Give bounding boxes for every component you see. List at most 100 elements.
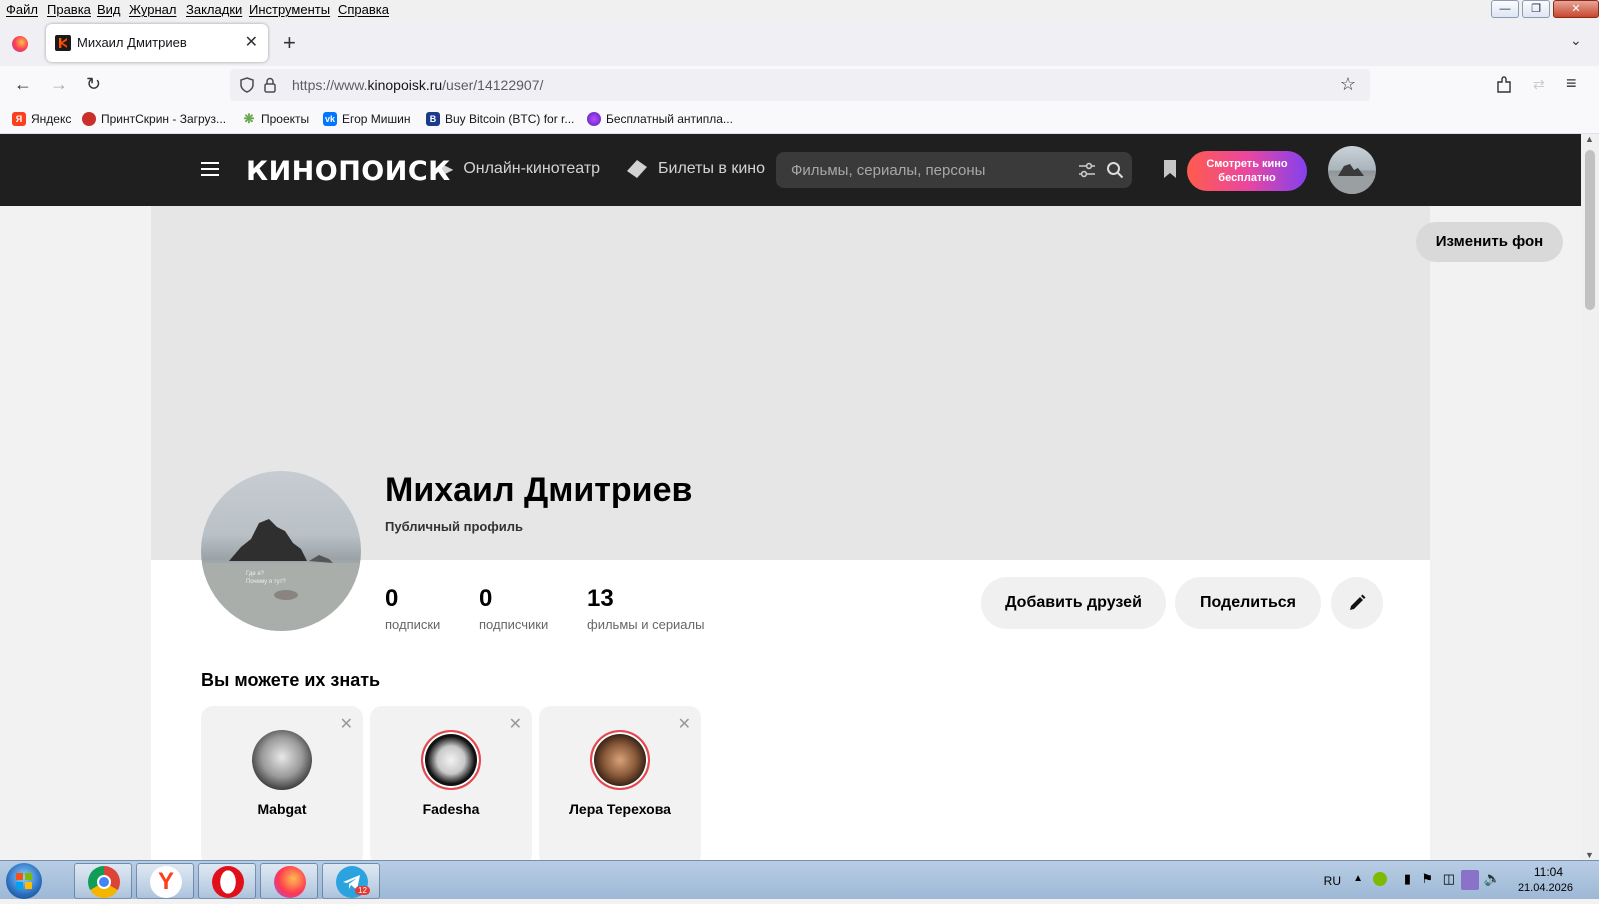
language-indicator[interactable]: RU — [1324, 874, 1341, 888]
reload-icon[interactable]: ↻ — [86, 74, 101, 95]
close-window-button[interactable]: ✕ — [1553, 0, 1599, 18]
tracking-shield-icon[interactable] — [240, 77, 254, 93]
nav-online-cinema[interactable]: ▶ Онлайн-кинотеатр — [441, 159, 600, 179]
dismiss-icon[interactable]: ✕ — [509, 714, 522, 734]
menu-tools[interactable]: Инструменты — [249, 2, 330, 17]
new-tab-icon[interactable]: + — [283, 30, 296, 56]
taskbar-chrome[interactable] — [74, 863, 132, 899]
yandex-icon: Я — [12, 112, 26, 126]
dismiss-icon[interactable]: ✕ — [340, 714, 353, 734]
bookmarks-toolbar: Я Яндекс ПринтСкрин - Загруз... ❋ Проекты … — [0, 106, 1599, 134]
suggestion-card[interactable]: ✕ Mabgat — [201, 706, 363, 860]
tab-title: Михаил Дмитриев — [77, 35, 187, 50]
page-scrollbar[interactable]: ▲ ▼ — [1581, 134, 1599, 860]
avatar-photo — [1328, 164, 1376, 194]
taskbar-opera[interactable] — [198, 863, 256, 899]
address-bar[interactable]: https://www.kinopoisk.ru/user/14122907/ … — [230, 69, 1370, 101]
bookmark-antiplagiat[interactable]: Бесплатный антипла... — [587, 112, 733, 126]
firefox-icon[interactable] — [12, 36, 28, 52]
stat-value: 0 — [385, 585, 399, 612]
tab-active[interactable]: Михаил Дмитриев ✕ — [46, 24, 268, 62]
restore-button[interactable]: ❐ — [1522, 0, 1550, 18]
ticket-icon — [627, 160, 647, 178]
svg-text:Почему я тут?: Почему я тут? — [246, 579, 286, 585]
sync-icon[interactable]: ⇄ — [1533, 76, 1545, 93]
stat-value: 13 — [587, 585, 614, 612]
suggestion-card[interactable]: ✕ Лера Терехова — [539, 706, 701, 860]
window-controls: — ❐ ✕ — [1488, 0, 1599, 20]
back-arrow-icon[interactable]: ← — [14, 74, 32, 95]
action-center-flag-icon[interactable]: ⚑ — [1421, 871, 1433, 887]
header-user-avatar[interactable] — [1328, 146, 1376, 194]
bookmark-printscreen[interactable]: ПринтСкрин - Загруз... — [82, 112, 226, 126]
lock-icon[interactable] — [264, 77, 276, 93]
list-tabs-chevron-icon[interactable]: ⌄ — [1570, 32, 1582, 49]
bookmark-yandex[interactable]: Я Яндекс — [12, 112, 71, 126]
edit-profile-button[interactable] — [1331, 577, 1383, 629]
clock-time[interactable]: 11:04 — [1534, 865, 1563, 879]
bookmark-star-icon[interactable]: ☆ — [1340, 74, 1356, 95]
share-button[interactable]: Поделиться — [1175, 577, 1321, 629]
power-icon[interactable]: ◫ — [1443, 871, 1455, 887]
tray-expand-icon[interactable]: ▲ — [1353, 873, 1363, 884]
taskbar: Y 12 RU ▲ ▮ ⚑ ◫ 🔈 11:04 21.04.2026 — [0, 860, 1599, 899]
suggestion-name: Лера Терехова — [569, 801, 671, 817]
kinopoisk-favicon-icon — [55, 35, 71, 51]
kinopoisk-logo[interactable]: КИНОПОИСК — [246, 156, 451, 187]
profile-avatar[interactable]: Где я? Почему я тут? — [201, 471, 361, 631]
volume-icon[interactable]: 🔈 — [1484, 870, 1501, 887]
suggestion-name: Fadesha — [422, 801, 480, 817]
scrollbar-thumb[interactable] — [1585, 150, 1595, 310]
menu-file[interactable]: Файл — [6, 2, 38, 17]
menu-bar: Файл Правка Вид Журнал Закладки Инструме… — [0, 0, 1599, 20]
network-signal-icon[interactable]: ▮ — [1404, 871, 1411, 887]
telegram-badge: 12 — [355, 886, 370, 895]
app-menu-icon[interactable]: ≡ — [1566, 73, 1577, 94]
bookmark-projects[interactable]: ❋ Проекты — [242, 111, 310, 127]
taskbar-yandex[interactable]: Y — [136, 863, 194, 899]
pencil-icon — [1350, 594, 1366, 610]
profile-visibility: Публичный профиль — [385, 519, 523, 534]
antiplagiat-icon — [587, 112, 601, 126]
clock-date[interactable]: 21.04.2026 — [1518, 882, 1573, 894]
suggestion-card[interactable]: ✕ Fadesha — [370, 706, 532, 860]
scroll-up-icon[interactable]: ▲ — [1585, 134, 1594, 144]
search-input[interactable]: Фильмы, сериалы, персоны — [776, 152, 1132, 188]
watch-free-button[interactable]: Смотреть кино бесплатно — [1187, 151, 1307, 191]
forward-arrow-icon[interactable]: → — [50, 74, 68, 95]
search-placeholder: Фильмы, сериалы, персоны — [791, 162, 986, 179]
menu-bookmarks[interactable]: Закладки — [186, 2, 242, 17]
tray-app-icon[interactable] — [1373, 872, 1387, 886]
start-button[interactable] — [6, 863, 42, 899]
printscreen-icon — [82, 112, 96, 126]
change-background-button[interactable]: Изменить фон — [1416, 222, 1563, 262]
page-viewport: КИНОПОИСК ▶ Онлайн-кинотеатр Билеты в ки… — [0, 134, 1581, 860]
bitcoin-icon: B — [426, 112, 440, 126]
tray-pen-icon[interactable] — [1461, 870, 1479, 890]
close-tab-icon[interactable]: ✕ — [245, 32, 258, 52]
bookmark-vk[interactable]: vk Егор Мишин — [323, 112, 410, 126]
taskbar-firefox[interactable] — [260, 863, 318, 899]
menu-view[interactable]: Вид — [97, 2, 121, 17]
stat-following[interactable]: 0 подписки — [385, 585, 440, 632]
bookmark-icon[interactable] — [1163, 159, 1177, 179]
filter-sliders-icon[interactable] — [1078, 162, 1096, 178]
suggestion-avatar — [421, 730, 481, 790]
dismiss-icon[interactable]: ✕ — [678, 714, 691, 734]
chrome-icon — [88, 866, 120, 898]
scroll-down-icon[interactable]: ▼ — [1585, 850, 1594, 860]
menu-history[interactable]: Журнал — [129, 2, 176, 17]
tab-bar: Михаил Дмитриев ✕ + ⌄ — [0, 20, 1599, 66]
taskbar-telegram[interactable]: 12 — [322, 863, 380, 899]
minimize-button[interactable]: — — [1491, 0, 1519, 18]
extensions-icon[interactable] — [1496, 76, 1512, 94]
bookmark-bitcoin[interactable]: B Buy Bitcoin (BTC) for r... — [426, 112, 574, 126]
search-icon[interactable] — [1106, 161, 1124, 179]
stat-movies[interactable]: 13 фильмы и сериалы — [587, 585, 704, 632]
stat-followers[interactable]: 0 подписчики — [479, 585, 548, 632]
menu-edit[interactable]: Правка — [47, 2, 91, 17]
nav-tickets[interactable]: Билеты в кино — [626, 159, 765, 179]
menu-help[interactable]: Справка — [338, 2, 389, 17]
projects-icon: ❋ — [243, 111, 255, 126]
add-friends-button[interactable]: Добавить друзей — [981, 577, 1166, 629]
